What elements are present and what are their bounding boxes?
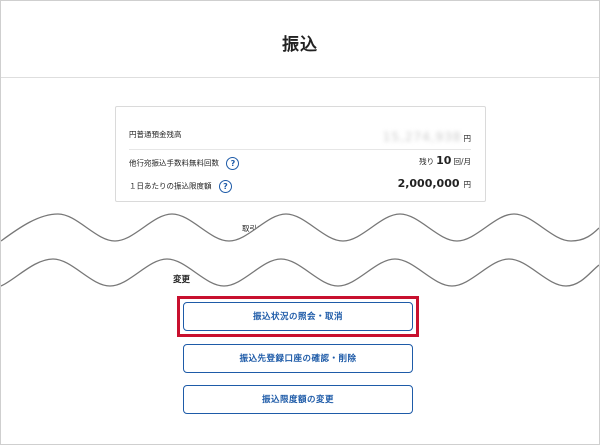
help-icon[interactable]: ? xyxy=(218,180,232,193)
page-title: 振込 xyxy=(282,35,318,55)
free-transfers-count: 10 xyxy=(436,154,452,167)
balance-amount: 15,274,938 xyxy=(382,130,462,144)
daily-limit-label-wrap: １日あたりの振込限度額 ? xyxy=(129,180,232,193)
free-transfers-label: 他行宛振込手数料無料回数 xyxy=(129,158,219,168)
free-transfers-value: 残り 10 回/月 xyxy=(419,154,471,167)
free-transfers-row: 他行宛振込手数料無料回数 ? 残り 10 回/月 xyxy=(129,154,471,171)
daily-limit-label: １日あたりの振込限度額 xyxy=(129,181,212,191)
omission-wave-divider xyxy=(1,213,599,287)
free-transfers-unit: 回/月 xyxy=(453,157,471,166)
daily-limit-value: 2,000,000 円 xyxy=(396,177,471,190)
page-header: 振込 xyxy=(1,1,599,78)
daily-limit-row: １日あたりの振込限度額 ? 2,000,000 円 xyxy=(129,177,471,194)
balance-row: 円普通預金残高 15,274,938 円 xyxy=(129,118,471,150)
daily-limit-unit: 円 xyxy=(463,180,472,189)
help-icon[interactable]: ? xyxy=(226,157,240,170)
balance-unit: 円 xyxy=(463,134,472,143)
free-transfers-label-wrap: 他行宛振込手数料無料回数 ? xyxy=(129,157,240,170)
limit-change-button[interactable]: 振込限度額の変更 xyxy=(183,385,413,414)
wave-fill-band xyxy=(1,214,599,286)
daily-limit-amount: 2,000,000 xyxy=(397,177,460,190)
registered-accounts-button[interactable]: 振込先登録口座の確認・削除 xyxy=(183,344,413,373)
free-transfers-prefix: 残り xyxy=(419,157,435,166)
highlight-frame xyxy=(177,296,419,337)
balance-card: 円普通預金残高 15,274,938 円 他行宛振込手数料無料回数 ? 残り 10 回… xyxy=(115,106,486,202)
balance-label: 円普通預金残高 xyxy=(129,130,182,139)
balance-value: 15,274,938 円 xyxy=(383,126,471,145)
